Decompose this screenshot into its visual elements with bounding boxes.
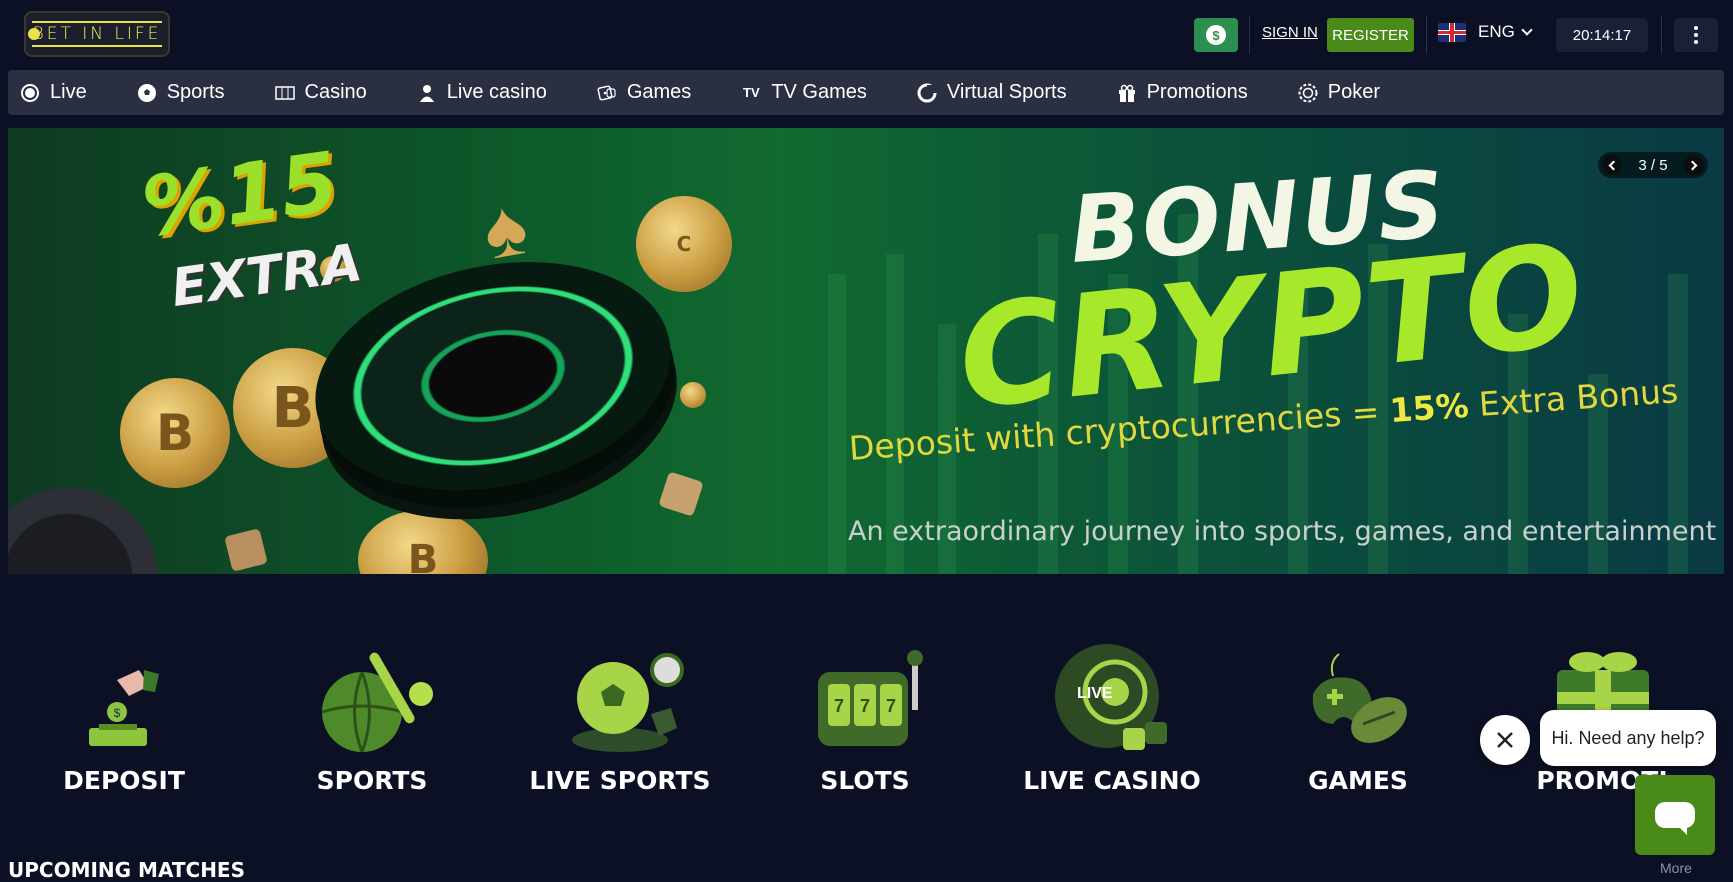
language-selector[interactable]: ENG [1438, 22, 1533, 42]
slot-machine-icon [274, 83, 295, 103]
category-label: SPORTS [316, 766, 428, 795]
chat-icon [1655, 802, 1695, 835]
nav-label: Virtual Sports [946, 81, 1067, 103]
nav-item-virtual-sports[interactable]: Virtual Sports [917, 81, 1067, 104]
nav-label: TV Games [771, 81, 867, 103]
bitcoin-coin-graphic: B [120, 378, 230, 488]
virtual-icon [917, 83, 937, 103]
prev-slide-button[interactable] [1602, 155, 1622, 175]
bitcoin-coin-graphic: B [358, 510, 488, 574]
chevron-left-icon [1608, 160, 1619, 170]
next-slide-button[interactable] [1684, 155, 1704, 175]
slots-icon: 777 [800, 640, 930, 760]
svg-text:$: $ [114, 706, 121, 720]
currency-button[interactable]: $ [1194, 18, 1238, 52]
nav-item-casino[interactable]: Casino [274, 81, 367, 104]
live-sports-icon [555, 640, 685, 760]
main-nav: Live Sports Casino Live casino Games TV … [8, 70, 1724, 115]
svg-text:LIVE: LIVE [1077, 685, 1113, 702]
sign-in-link[interactable]: SIGN IN [1262, 24, 1318, 41]
live-dot-icon [20, 83, 40, 103]
deposit-icon: $ [59, 640, 189, 760]
dot-icon [1694, 26, 1698, 30]
dice-graphic [658, 471, 704, 517]
logo-line-top [32, 21, 162, 23]
dealer-icon [417, 83, 437, 103]
nav-item-promotions[interactable]: Promotions [1117, 81, 1248, 104]
promo-percent: %15 [136, 134, 344, 257]
nav-label: Live [50, 81, 87, 103]
header-divider [1426, 16, 1427, 54]
category-games[interactable]: GAMES [1248, 640, 1468, 820]
nav-item-games[interactable]: Games [597, 81, 691, 104]
category-label: LIVE SPORTS [529, 766, 711, 795]
nav-item-live-casino[interactable]: Live casino [417, 81, 547, 104]
category-label: LIVE CASINO [1023, 766, 1201, 795]
help-message-bubble[interactable]: Hi. Need any help? [1540, 710, 1716, 766]
nav-item-tv-games[interactable]: TV TV Games [741, 81, 867, 104]
nav-label: Live casino [446, 81, 547, 103]
clock-display: 20:14:17 [1556, 18, 1648, 52]
chevron-down-icon [1521, 24, 1533, 36]
dollar-coin-icon: $ [1206, 25, 1226, 45]
logo-mark-icon [28, 28, 40, 40]
site-header: BET IN LIFE $ SIGN IN REGISTER ENG 20:14… [0, 0, 1733, 70]
chat-launcher-button[interactable] [1635, 775, 1715, 855]
category-label: GAMES [1308, 766, 1408, 795]
language-label: ENG [1478, 22, 1515, 41]
dot-icon [1694, 40, 1698, 44]
poker-chip-graphic [8, 488, 158, 574]
logo-text: BET IN LIFE [32, 24, 162, 44]
category-live-casino[interactable]: LIVE LIVE CASINO [1002, 640, 1222, 820]
tv-icon: TV [743, 85, 760, 100]
more-link[interactable]: More [1660, 860, 1692, 876]
sports-icon [307, 640, 437, 760]
logo-line-bottom [32, 45, 162, 47]
category-shortcuts: $ DEPOSIT SPORTS LIVE SPORTS 777 SLOTS L… [0, 640, 1733, 820]
coin-graphic [680, 382, 706, 408]
nav-item-poker[interactable]: Poker [1298, 81, 1380, 104]
category-live-sports[interactable]: LIVE SPORTS [510, 640, 730, 820]
chevron-right-icon [1687, 160, 1698, 170]
site-logo[interactable]: BET IN LIFE [24, 11, 170, 57]
category-label: DEPOSIT [63, 766, 185, 795]
svg-text:7: 7 [834, 696, 844, 716]
poker-chip-icon [1298, 83, 1318, 103]
gift-icon [1117, 83, 1137, 103]
games-icon [1293, 640, 1423, 760]
dot-icon [1694, 33, 1698, 37]
nav-item-sports[interactable]: Sports [137, 81, 225, 104]
banner-tagline: An extraordinary journey into sports, ga… [848, 516, 1717, 547]
close-icon [1497, 732, 1513, 748]
live-casino-icon: LIVE [1047, 640, 1177, 760]
category-deposit[interactable]: $ DEPOSIT [14, 640, 234, 820]
svg-text:7: 7 [886, 696, 896, 716]
register-button[interactable]: REGISTER [1327, 18, 1414, 52]
soccer-ball-icon [137, 83, 157, 103]
casino-coin-graphic: C [636, 196, 732, 292]
nav-label: Casino [304, 81, 367, 103]
help-close-button[interactable] [1480, 715, 1530, 765]
category-sports[interactable]: SPORTS [262, 640, 482, 820]
slide-controls: 3 / 5 [1598, 152, 1708, 178]
more-menu-button[interactable] [1674, 18, 1718, 52]
dice-icon [597, 83, 617, 103]
dice-graphic [224, 528, 268, 572]
promo-banner[interactable]: B B B C ♠ %15 EXTRA BONUS CRYPTO Deposit… [8, 128, 1724, 574]
nav-item-live[interactable]: Live [20, 81, 87, 104]
uk-flag-icon [1438, 22, 1466, 42]
nav-label: Games [626, 81, 692, 103]
slide-indicator: 3 / 5 [1638, 156, 1668, 174]
category-slots[interactable]: 777 SLOTS [755, 640, 975, 820]
header-divider [1249, 16, 1250, 54]
svg-text:7: 7 [860, 696, 870, 716]
header-divider [1661, 16, 1662, 54]
nav-label: Promotions [1146, 81, 1248, 103]
nav-label: Sports [166, 81, 225, 103]
nav-label: Poker [1327, 81, 1380, 103]
upcoming-matches-title: UPCOMING MATCHES [8, 858, 245, 882]
category-label: SLOTS [820, 766, 910, 795]
